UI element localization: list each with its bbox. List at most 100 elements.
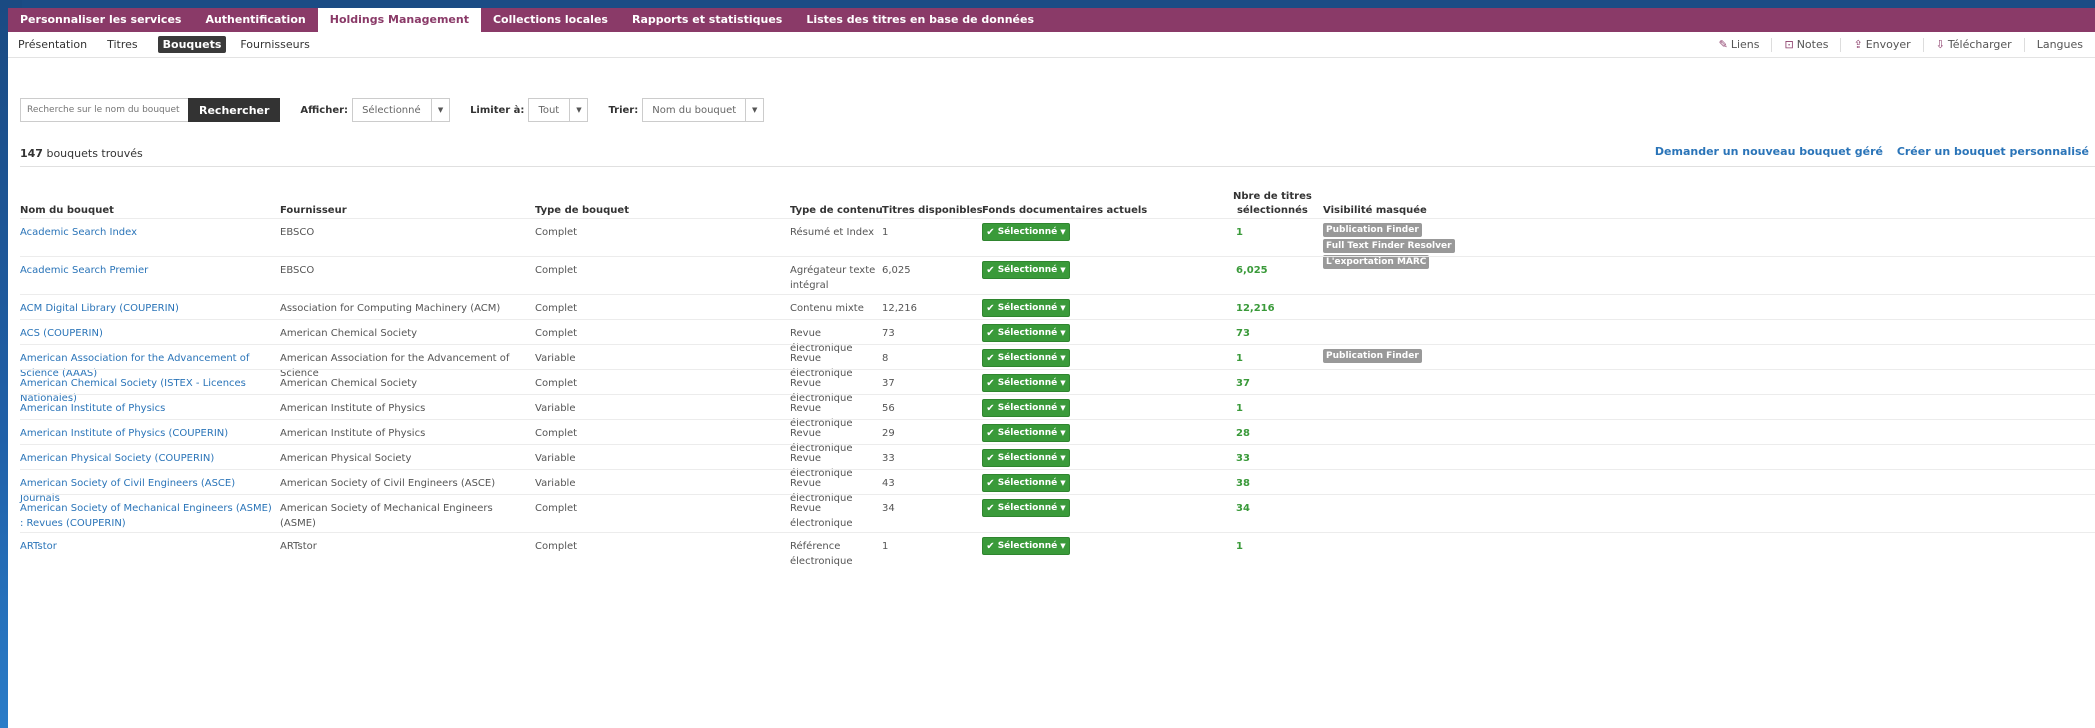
check-icon: ✔ — [986, 302, 995, 314]
selected-dropdown-button[interactable]: ✔ Sélectionné ▼ — [982, 424, 1070, 442]
package-provider: Association for Computing Machinery (ACM… — [280, 303, 501, 314]
tab-1[interactable]: Authentification — [193, 8, 317, 32]
subtab-3[interactable]: Fournisseurs — [240, 38, 309, 51]
titles-available: 73 — [882, 328, 895, 339]
col-header-type[interactable]: Type de bouquet — [535, 204, 629, 218]
create-custom-package-link[interactable]: Créer un bouquet personnalisé — [1897, 145, 2089, 158]
titles-available: 12,216 — [882, 303, 917, 314]
package-provider: American Institute of Physics — [280, 428, 426, 439]
subnav-action-1[interactable]: ⊡ Notes — [1771, 38, 1840, 52]
titles-selected: 28 — [1236, 428, 1250, 439]
package-type: Variable — [535, 453, 576, 464]
search-button[interactable]: Rechercher — [188, 98, 281, 122]
titles-available: 29 — [882, 428, 895, 439]
col-header-holdings[interactable]: Fonds documentaires actuels — [982, 204, 1147, 218]
main-tabbar: Personnaliser les services Authentificati… — [8, 8, 2095, 32]
package-provider: American Chemical Society — [280, 378, 418, 389]
package-name-link[interactable]: American Physical Society (COUPERIN) — [20, 451, 272, 466]
col-header-selected-line1: Nbre de titres — [1233, 191, 1312, 202]
subtab-2[interactable]: Bouquets — [157, 36, 227, 53]
subtab-0[interactable]: Présentation — [18, 38, 87, 51]
col-header-selected[interactable]: Nbre de titres sélectionnés — [1233, 190, 1312, 218]
tab-4[interactable]: Rapports et statistiques — [620, 8, 794, 32]
tab-5[interactable]: Listes des titres en base de données — [794, 8, 1046, 32]
selected-button-label: Sélectionné — [997, 541, 1058, 551]
package-name-link[interactable]: Academic Search Premier — [20, 263, 272, 278]
selected-dropdown-button[interactable]: ✔ Sélectionné ▼ — [982, 223, 1070, 241]
tab-0[interactable]: Personnaliser les services — [8, 8, 193, 32]
package-type: Complet — [535, 428, 578, 439]
chevron-down-icon: ▼ — [569, 99, 587, 121]
send-icon: ⇪ — [1853, 38, 1863, 51]
subtab-1[interactable]: Titres — [107, 38, 138, 51]
content-type: Résumé et Index — [790, 227, 875, 238]
col-header-available[interactable]: Titres disponibles — [882, 204, 983, 218]
subnav-action-4[interactable]: Langues — [2023, 38, 2095, 52]
package-name-link[interactable]: ACS (COUPERIN) — [20, 326, 272, 341]
caret-down-icon: ▼ — [1060, 266, 1066, 274]
subnav-action-2[interactable]: ⇪ Envoyer — [1840, 38, 1922, 52]
subnav-action-0[interactable]: ✎ Liens — [1707, 38, 1772, 52]
package-name-link[interactable]: American Society of Mechanical Engineers… — [20, 501, 272, 531]
tab-2[interactable]: Holdings Management — [317, 8, 481, 32]
subnav-action-label: Langues — [2036, 38, 2083, 51]
selected-dropdown-button[interactable]: ✔ Sélectionné ▼ — [982, 399, 1070, 417]
download-icon: ⇩ — [1935, 38, 1945, 51]
subnav-action-label: Liens — [1730, 38, 1760, 51]
col-header-visibility[interactable]: Visibilité masquée — [1323, 204, 1427, 218]
package-name-link[interactable]: ARTstor — [20, 539, 272, 554]
limit-filter-label: Limiter à: — [470, 104, 525, 116]
sort-filter-label: Trier: — [608, 104, 639, 116]
titles-selected: 1 — [1236, 403, 1243, 414]
package-name-link[interactable]: American Institute of Physics — [20, 401, 272, 416]
selected-button-label: Sélectionné — [997, 453, 1058, 463]
selected-dropdown-button[interactable]: ✔ Sélectionné ▼ — [982, 499, 1070, 517]
show-filter-label: Afficher: — [300, 104, 349, 116]
selected-dropdown-button[interactable]: ✔ Sélectionné ▼ — [982, 449, 1070, 467]
selected-dropdown-button[interactable]: ✔ Sélectionné ▼ — [982, 299, 1070, 317]
link-icon: ✎ — [1718, 38, 1728, 51]
selected-dropdown-button[interactable]: ✔ Sélectionné ▼ — [982, 324, 1070, 342]
package-provider: American Physical Society — [280, 453, 412, 464]
package-name-link[interactable]: American Institute of Physics (COUPERIN) — [20, 426, 272, 441]
caret-down-icon: ▼ — [1060, 479, 1066, 487]
table-row: American Society of Civil Engineers (ASC… — [20, 469, 2095, 504]
show-filter-select[interactable]: Sélectionné ▼ — [352, 98, 451, 122]
table-body: Academic Search Index EBSCO Complet Résumé … — [20, 218, 2095, 567]
selected-button-label: Sélectionné — [997, 478, 1058, 488]
selected-dropdown-button[interactable]: ✔ Sélectionné ▼ — [982, 374, 1070, 392]
table-row: ACM Digital Library (COUPERIN) Associatio… — [20, 294, 2095, 319]
col-header-name[interactable]: Nom du bouquet — [20, 204, 114, 218]
table-row: American Physical Society (COUPERIN) Amer… — [20, 444, 2095, 479]
limit-filter-select[interactable]: Tout ▼ — [528, 98, 589, 122]
package-name-link[interactable]: Academic Search Index — [20, 225, 272, 240]
caret-down-icon: ▼ — [1060, 454, 1066, 462]
package-provider: EBSCO — [280, 265, 315, 276]
col-header-content[interactable]: Type de contenu — [790, 204, 883, 218]
package-name-link[interactable]: ACM Digital Library (COUPERIN) — [20, 301, 272, 316]
selected-dropdown-button[interactable]: ✔ Sélectionné ▼ — [982, 349, 1070, 367]
search-toolbar: Rechercher Afficher: Sélectionné ▼ Limit… — [20, 98, 765, 122]
content-type: Revue électronique — [790, 503, 853, 529]
titles-selected: 12,216 — [1236, 303, 1275, 314]
package-type: Complet — [535, 303, 578, 314]
check-icon: ✔ — [986, 452, 995, 464]
table-row: American Institute of Physics (COUPERIN)… — [20, 419, 2095, 454]
subnav-action-3[interactable]: ⇩ Télécharger — [1922, 38, 2024, 52]
package-actions: Demander un nouveau bouquet géré Créer u… — [1645, 145, 2089, 158]
request-package-link[interactable]: Demander un nouveau bouquet géré — [1655, 145, 1883, 158]
col-header-provider[interactable]: Fournisseur — [280, 204, 347, 218]
check-icon: ✔ — [986, 226, 995, 238]
package-provider: American Institute of Physics — [280, 403, 426, 414]
selected-dropdown-button[interactable]: ✔ Sélectionné ▼ — [982, 261, 1070, 279]
check-icon: ✔ — [986, 377, 995, 389]
search-input[interactable] — [20, 98, 188, 122]
tab-3[interactable]: Collections locales — [481, 8, 620, 32]
divider — [20, 166, 2095, 167]
package-type: Complet — [535, 227, 578, 238]
sort-filter-select[interactable]: Nom du bouquet ▼ — [642, 98, 765, 122]
selected-button-label: Sélectionné — [997, 428, 1058, 438]
check-icon: ✔ — [986, 540, 995, 552]
selected-dropdown-button[interactable]: ✔ Sélectionné ▼ — [982, 474, 1070, 492]
selected-dropdown-button[interactable]: ✔ Sélectionné ▼ — [982, 537, 1070, 555]
